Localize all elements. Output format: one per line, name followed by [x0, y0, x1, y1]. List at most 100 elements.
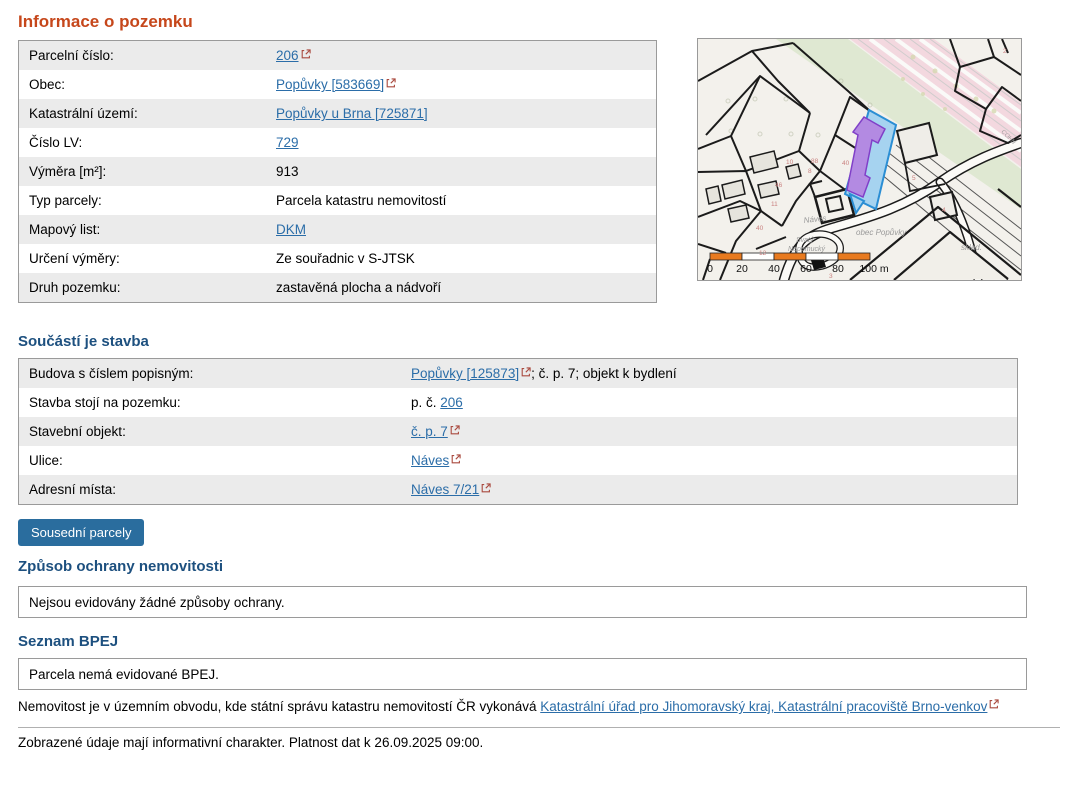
value-text: 913	[276, 164, 299, 179]
value-link[interactable]: DKM	[276, 222, 306, 237]
value-link[interactable]: č. p. 7	[411, 424, 448, 439]
row-value: p. č. 206	[411, 395, 463, 410]
parcel-info-page: Informace o pozemku Parcelní číslo:206Ob…	[0, 0, 1078, 785]
table-row: Typ parcely:Parcela katastru nemovitostí	[19, 186, 656, 215]
building-section-heading: Součástí je stavba	[18, 333, 149, 350]
row-value: Popůvky [125873] ; č. p. 7; objekt k bydl…	[411, 366, 677, 381]
value-text: zastavěná plocha a nádvoří	[276, 280, 441, 295]
parcel-number-label: 2	[1003, 48, 1007, 55]
protection-text: Nejsou evidovány žádné způsoby ochrany.	[29, 595, 285, 610]
row-value: Popůvky [583669]	[276, 77, 396, 92]
table-row: Číslo LV:729	[19, 128, 656, 157]
table-row: Určení výměry:Ze souřadnic v S-JTSK	[19, 244, 656, 273]
table-row: Obec:Popůvky [583669]	[19, 70, 656, 99]
value-text: Parcela katastru nemovitostí	[276, 193, 446, 208]
table-row: Budova s číslem popisným:Popůvky [125873…	[19, 359, 1017, 388]
row-label: Číslo LV:	[19, 135, 276, 150]
neighboring-parcels-button[interactable]: Sousední parcely	[18, 519, 144, 546]
map-place-label: sklad.	[961, 243, 982, 252]
scale-label: 100 m	[859, 263, 888, 275]
value-link[interactable]: Náves	[411, 453, 449, 468]
value-link[interactable]: Popůvky [125873]	[411, 366, 519, 381]
parcel-number-label: 40	[842, 160, 850, 167]
row-label: Stavební objekt:	[19, 424, 411, 439]
map-place-label: Nepomucký	[788, 246, 825, 253]
jurisdiction-note: Nemovitost je v územním obvodu, kde stát…	[18, 699, 999, 714]
protection-section-heading: Způsob ochrany nemovitosti	[18, 558, 223, 575]
row-value: 913	[276, 164, 299, 179]
parcel-number-label: 10	[786, 159, 794, 166]
parcel-number-label: 8	[808, 168, 812, 175]
parcel-number-label: 5	[912, 175, 916, 182]
table-row: Parcelní číslo:206	[19, 41, 656, 70]
row-value: Parcela katastru nemovitostí	[276, 193, 446, 208]
map-place-label: Svatý	[796, 237, 814, 244]
table-row: Katastrální území:Popůvky u Brna [725871…	[19, 99, 656, 128]
bpej-section-heading: Seznam BPEJ	[18, 633, 118, 650]
cadastral-office-link[interactable]: Katastrální úřad pro Jihomoravský kraj, …	[540, 699, 987, 714]
row-label: Obec:	[19, 77, 276, 92]
scale-label: 80	[832, 263, 844, 275]
parcel-number-label: 46	[775, 182, 783, 189]
value-text: ; č. p. 7; objekt k bydlení	[531, 366, 677, 381]
table-row: Adresní místa:Náves 7/21	[19, 475, 1017, 504]
external-link-icon	[386, 78, 396, 88]
bpej-info-box: Parcela nemá evidované BPEJ.	[18, 658, 1027, 690]
value-link[interactable]: 206	[440, 395, 463, 410]
value-link[interactable]: 729	[276, 135, 299, 150]
row-value: DKM	[276, 222, 306, 237]
row-label: Výměra [m²]:	[19, 164, 276, 179]
cadastral-map-image[interactable]: 020406080100 m NávesSvatýNepomuckýobec P…	[698, 39, 1021, 280]
bpej-text: Parcela nemá evidované BPEJ.	[29, 667, 219, 682]
row-label: Druh pozemku:	[19, 280, 276, 295]
value-link[interactable]: Popůvky u Brna [725871]	[276, 106, 428, 121]
row-label: Katastrální území:	[19, 106, 276, 121]
row-label: Adresní místa:	[19, 482, 411, 497]
row-value: 729	[276, 135, 299, 150]
external-link-icon	[301, 49, 311, 59]
parcel-number-label: 12	[759, 250, 767, 257]
scale-label: 20	[736, 263, 748, 275]
value-link[interactable]: Náves 7/21	[411, 482, 479, 497]
value-link[interactable]: 206	[276, 48, 299, 63]
table-row: Mapový list:DKM	[19, 215, 656, 244]
row-label: Určení výměry:	[19, 251, 276, 266]
external-link-icon	[451, 454, 461, 464]
jurisdiction-prefix: Nemovitost je v územním obvodu, kde stát…	[18, 699, 540, 714]
parcel-info-table: Parcelní číslo:206Obec:Popůvky [583669]K…	[18, 40, 657, 303]
divider	[18, 727, 1060, 728]
row-value: Náves	[411, 453, 461, 468]
scale-label: 40	[768, 263, 780, 275]
table-row: Druh pozemku:zastavěná plocha a nádvoří	[19, 273, 656, 302]
table-row: Stavební objekt:č. p. 7	[19, 417, 1017, 446]
parcel-number-label: 3	[829, 273, 833, 280]
data-validity-disclaimer: Zobrazené údaje mají informativní charak…	[18, 735, 483, 750]
row-value: zastavěná plocha a nádvoří	[276, 280, 441, 295]
row-value: Náves 7/21	[411, 482, 491, 497]
external-link-icon	[989, 699, 999, 709]
row-label: Budova s číslem popisným:	[19, 366, 411, 381]
row-label: Mapový list:	[19, 222, 276, 237]
row-value: Popůvky u Brna [725871]	[276, 106, 428, 121]
page-title: Informace o pozemku	[18, 12, 193, 32]
external-link-icon	[521, 367, 531, 377]
external-link-icon	[450, 425, 460, 435]
external-link-icon	[481, 483, 491, 493]
table-row: Stavba stojí na pozemku:p. č. 206	[19, 388, 1017, 417]
map-place-label: obec Popůvky	[856, 228, 907, 237]
value-link[interactable]: Popůvky [583669]	[276, 77, 384, 92]
row-label: Stavba stojí na pozemku:	[19, 395, 411, 410]
parcel-number-label: 4	[942, 207, 946, 214]
scale-label: 60	[800, 263, 812, 275]
parcel-number-label: 88	[811, 158, 819, 165]
value-text: Ze souřadnic v S-JTSK	[276, 251, 415, 266]
scale-label: 0	[707, 263, 713, 275]
table-row: Výměra [m²]:913	[19, 157, 656, 186]
row-value: 206	[276, 48, 311, 63]
row-value: Ze souřadnic v S-JTSK	[276, 251, 415, 266]
protection-info-box: Nejsou evidovány žádné způsoby ochrany.	[18, 586, 1027, 618]
row-label: Ulice:	[19, 453, 411, 468]
parcel-number-label: 40	[756, 225, 764, 232]
cadastral-map[interactable]: 020406080100 m NávesSvatýNepomuckýobec P…	[697, 38, 1022, 281]
parcel-number-label: 11	[771, 201, 778, 208]
